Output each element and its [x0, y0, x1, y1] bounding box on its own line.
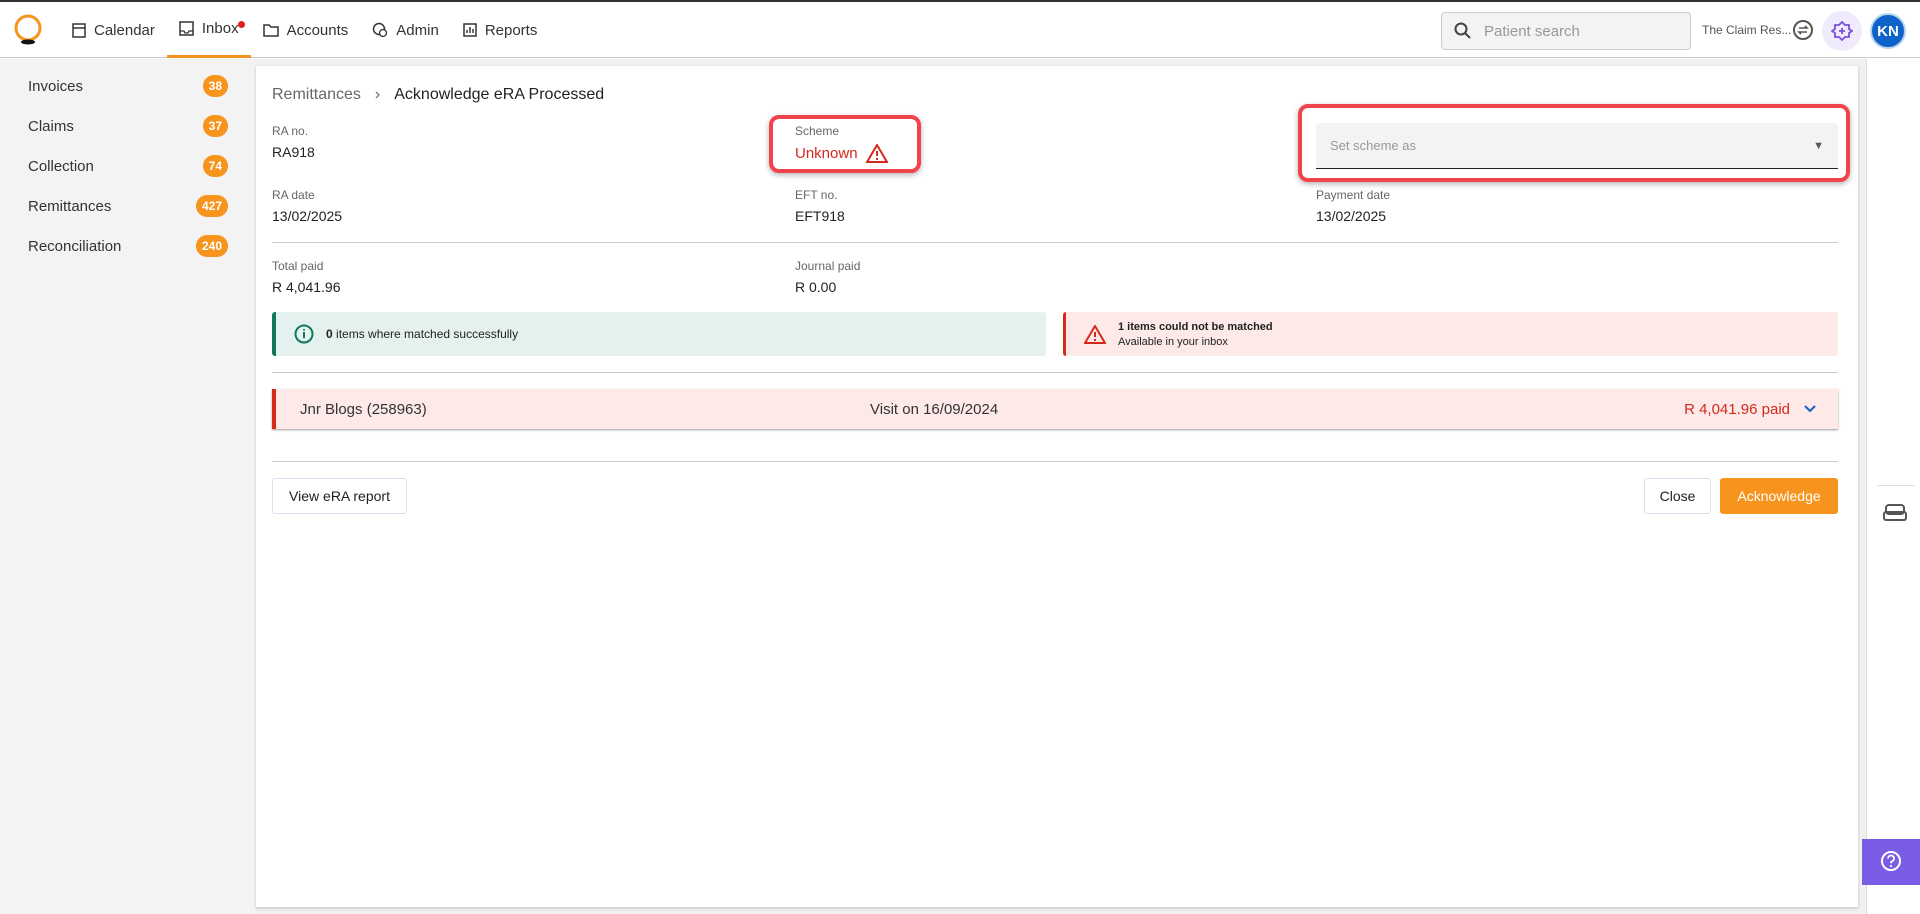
- close-button[interactable]: Close: [1644, 478, 1711, 514]
- highlight-box: [769, 115, 921, 173]
- right-rail: [1866, 59, 1920, 914]
- user-avatar[interactable]: KN: [1870, 13, 1906, 49]
- sidebar-label: Reconciliation: [28, 237, 122, 255]
- warning-icon: [1084, 324, 1106, 344]
- nav-admin[interactable]: Admin: [360, 2, 451, 58]
- nav-accounts[interactable]: Accounts: [251, 2, 361, 58]
- nav-label: Accounts: [286, 21, 349, 39]
- sidebar-label: Collection: [28, 157, 94, 175]
- info-icon: [294, 324, 314, 344]
- nav-inbox[interactable]: Inbox: [166, 2, 251, 58]
- breadcrumb-remittances[interactable]: Remittances: [272, 86, 361, 104]
- field-value: R 4,041.96: [272, 279, 341, 295]
- patient-search[interactable]: [1441, 12, 1691, 50]
- divider: [272, 372, 1838, 373]
- nav-label: Reports: [484, 21, 538, 39]
- field-value: 13/02/2025: [272, 208, 343, 224]
- field-value: RA918: [272, 144, 315, 160]
- view-era-report-button[interactable]: View eRA report: [272, 478, 407, 514]
- top-bar: Calendar Inbox Accounts Admin Reports Th…: [0, 2, 1920, 58]
- matched-alert: 0 items where matched successfully: [272, 312, 1046, 356]
- reports-icon: [463, 23, 477, 37]
- breadcrumb: Remittances › Acknowledge eRA Processed: [272, 86, 604, 104]
- field-label: Total paid: [272, 259, 324, 273]
- unmatched-subtitle: Available in your inbox: [1118, 335, 1228, 348]
- help-button[interactable]: [1862, 839, 1920, 885]
- sidebar-item-claims[interactable]: Claims 37: [28, 111, 228, 141]
- paid-amount: R 4,041.96 paid: [1684, 400, 1790, 418]
- nav-label: Inbox: [201, 20, 239, 37]
- count-badge: 74: [202, 155, 228, 177]
- folder-icon: [262, 24, 279, 37]
- divider: [1877, 485, 1915, 486]
- patient-name: Jnr Blogs (258963): [300, 400, 427, 418]
- field-value: 13/02/2025: [1316, 208, 1387, 224]
- field-label: Journal paid: [795, 259, 861, 273]
- switch-practice-icon[interactable]: [1792, 19, 1814, 41]
- field-label: RA no.: [272, 124, 309, 138]
- notification-dot: [237, 21, 245, 28]
- count-badge: 38: [202, 75, 228, 97]
- sidebar-item-invoices[interactable]: Invoices 38: [28, 71, 228, 101]
- page-title: Acknowledge eRA Processed: [394, 86, 605, 103]
- count-badge: 37: [202, 115, 228, 137]
- field-label: EFT no.: [795, 188, 838, 202]
- matched-text: 0 items where matched successfully: [326, 327, 519, 341]
- ra-no-field: RA no. RA918: [272, 124, 315, 160]
- field-label: Payment date: [1316, 188, 1391, 202]
- visit-row[interactable]: Jnr Blogs (258963) Visit on 16/09/2024 R…: [272, 389, 1838, 429]
- count-badge: 240: [195, 235, 228, 257]
- nav-reports[interactable]: Reports: [451, 2, 550, 58]
- puzzle-icon: [1831, 20, 1853, 42]
- inbox-icon: [179, 21, 194, 36]
- field-value: R 0.00: [795, 279, 837, 295]
- calendar-icon: [72, 23, 86, 38]
- divider: [272, 461, 1838, 462]
- practice-name[interactable]: The Claim Res...: [1702, 23, 1791, 37]
- journal-paid-field: Journal paid R 0.00: [795, 259, 860, 295]
- admin-icon: [373, 22, 388, 38]
- sidebar-item-reconciliation[interactable]: Reconciliation 240: [28, 231, 228, 261]
- sidebar-label: Remittances: [28, 197, 112, 215]
- nav-label: Calendar: [94, 21, 155, 39]
- nav-label: Admin: [396, 21, 439, 39]
- divider: [272, 242, 1838, 243]
- total-paid-field: Total paid R 4,041.96: [272, 259, 341, 295]
- extensions-button[interactable]: [1822, 11, 1862, 51]
- sidebar-item-remittances[interactable]: Remittances 427: [28, 191, 228, 221]
- unmatched-alert: 1 items could not be matched Available in…: [1063, 312, 1838, 356]
- unmatched-title: 1 items could not be matched: [1118, 320, 1273, 333]
- count-badge: 427: [195, 195, 228, 217]
- couch-icon[interactable]: [1883, 504, 1907, 522]
- field-label: RA date: [272, 188, 315, 202]
- chevron-right-icon: ›: [374, 86, 381, 103]
- main-nav: Calendar Inbox Accounts Admin Reports: [60, 2, 549, 58]
- field-value: EFT918: [795, 208, 845, 224]
- highlight-box: [1298, 104, 1850, 182]
- eft-no-field: EFT no. EFT918: [795, 188, 845, 224]
- app-logo[interactable]: [12, 14, 44, 46]
- patient-search-input[interactable]: [1484, 22, 1664, 40]
- nav-calendar[interactable]: Calendar: [60, 2, 167, 58]
- visit-date: Visit on 16/09/2024: [870, 400, 999, 418]
- sidebar: Invoices 38 Claims 37 Collection 74 Remitta…: [0, 59, 256, 914]
- acknowledge-button[interactable]: Acknowledge: [1720, 478, 1838, 514]
- help-icon: [1881, 851, 1901, 871]
- payment-date-field: Payment date 13/02/2025: [1316, 188, 1390, 224]
- ra-date-field: RA date 13/02/2025: [272, 188, 342, 224]
- sidebar-label: Claims: [28, 117, 74, 135]
- search-icon: [1454, 22, 1471, 39]
- sidebar-item-collection[interactable]: Collection 74: [28, 151, 228, 181]
- acknowledge-era-card: Remittances › Acknowledge eRA Processed …: [256, 66, 1858, 907]
- sidebar-label: Invoices: [28, 77, 84, 95]
- chevron-down-icon[interactable]: [1804, 405, 1816, 413]
